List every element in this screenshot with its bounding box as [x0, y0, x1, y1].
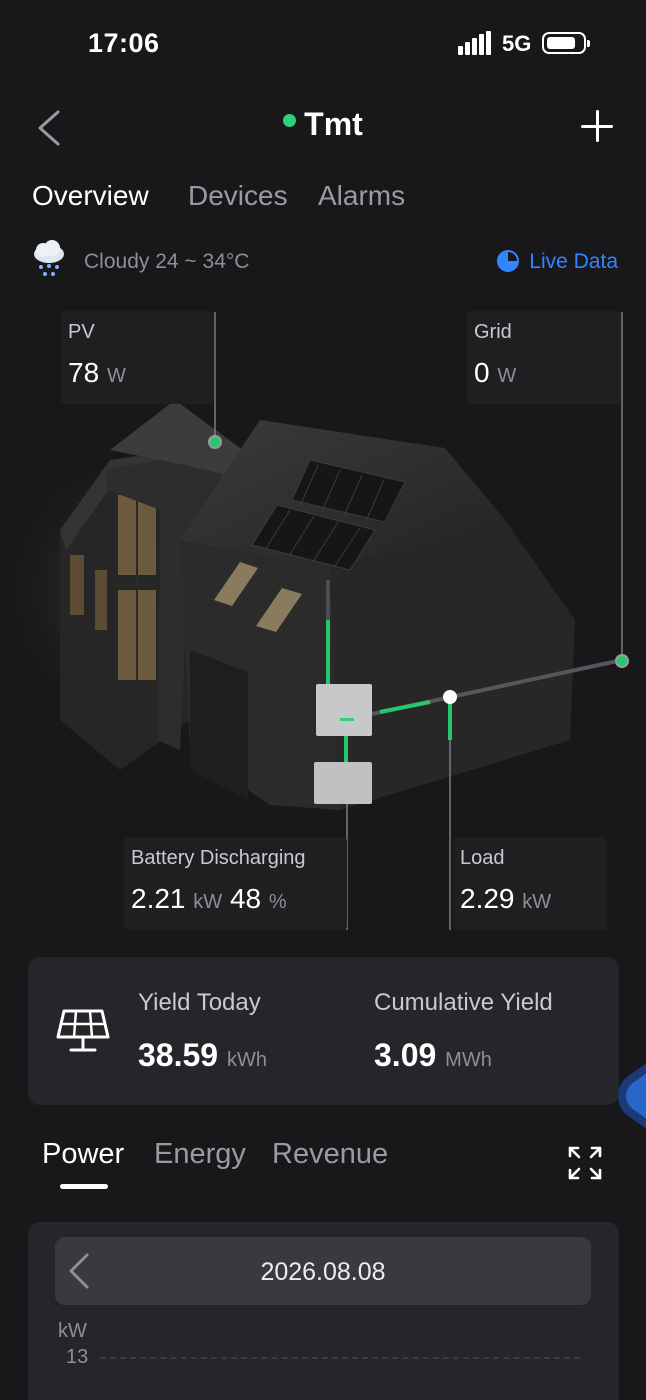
yield-today-value: 38.59 — [138, 1037, 219, 1073]
fullscreen-expand-icon[interactable] — [568, 1146, 602, 1180]
chart-unit-label: kW — [58, 1320, 87, 1342]
load-value: 2.29 — [460, 883, 515, 914]
network-label: 5G — [502, 31, 532, 56]
tab-overview[interactable]: Overview — [32, 180, 149, 212]
cumulative-yield-value: 3.09 — [374, 1037, 437, 1073]
cumulative-yield-row: 3.09 MWh — [374, 1037, 492, 1074]
grid-card[interactable]: Grid 0 W — [467, 311, 621, 404]
add-icon[interactable] — [578, 108, 618, 148]
pv-label: PV — [68, 321, 95, 343]
tab-energy[interactable]: Energy — [154, 1138, 246, 1171]
chart-tabs: Power Energy Revenue — [42, 1138, 632, 1198]
yield-today-label: Yield Today — [138, 989, 261, 1016]
power-chart-card: 2026.08.08 kW 13 — [28, 1222, 619, 1400]
signal-icon — [458, 31, 492, 55]
pv-value: 78 — [68, 357, 100, 388]
y-tick-label: 13 — [66, 1346, 89, 1368]
plant-name: Tmt — [304, 106, 363, 142]
tab-power[interactable]: Power — [42, 1138, 124, 1171]
battery-value-row: 2.21 kW 48 % — [131, 883, 287, 915]
yield-today-row: 38.59 kWh — [138, 1037, 267, 1074]
battery-label: Battery Discharging — [131, 847, 306, 869]
cumulative-yield-label: Cumulative Yield — [374, 989, 553, 1016]
weather-condition: Cloudy — [84, 250, 150, 273]
status-bar: 17:06 5G — [0, 0, 646, 88]
plant-title: Tmt — [0, 106, 646, 143]
yield-card: Yield Today 38.59 kWh Cumulative Yield 3… — [28, 957, 619, 1105]
pv-card[interactable]: PV 78 W — [61, 311, 214, 404]
battery-card[interactable]: Battery Discharging 2.21 kW 48 % — [124, 837, 347, 930]
battery-power-unit: kW — [193, 891, 223, 913]
battery-soc: 48 — [229, 883, 262, 914]
yield-today-unit: kWh — [226, 1049, 267, 1071]
nav-bar: Tmt — [0, 96, 646, 160]
battery-soc-unit: % — [268, 891, 287, 913]
weather-text: Cloudy 24 ~ 34°C — [84, 250, 249, 274]
solar-panel-icon — [56, 1009, 110, 1052]
date-selector[interactable]: 2026.08.08 — [55, 1237, 591, 1305]
grid-label: Grid — [474, 321, 512, 343]
energy-flow-scene: PV 78 W Grid 0 W Battery Discharging 2.2… — [0, 300, 646, 940]
tab-revenue[interactable]: Revenue — [272, 1138, 388, 1171]
live-data-link[interactable]: Live Data — [529, 250, 618, 274]
status-time: 17:06 — [88, 28, 160, 58]
battery-icon — [542, 32, 590, 54]
load-card[interactable]: Load 2.29 kW — [453, 837, 607, 930]
floating-assistant-icon[interactable] — [614, 1050, 646, 1140]
battery-power: 2.21 — [131, 883, 186, 914]
grid-unit: W — [497, 365, 517, 387]
cloud-rain-icon — [34, 240, 64, 276]
live-data-icon[interactable] — [496, 249, 520, 273]
cumulative-yield-unit: MWh — [445, 1049, 492, 1071]
weather-row: Cloudy 24 ~ 34°C Live Data — [32, 240, 622, 280]
load-value-row: 2.29 kW — [460, 883, 551, 915]
load-label: Load — [460, 847, 505, 869]
load-unit: kW — [522, 891, 552, 913]
chart-gridline — [100, 1357, 580, 1359]
grid-value-row: 0 W — [474, 357, 516, 389]
pv-value-row: 78 W — [68, 357, 126, 389]
online-status-dot — [283, 114, 297, 127]
active-tab-indicator — [60, 1184, 108, 1189]
selected-date: 2026.08.08 — [260, 1258, 386, 1286]
tab-alarms[interactable]: Alarms — [318, 180, 405, 212]
weather-range: 24 ~ 34°C — [155, 250, 250, 273]
grid-value: 0 — [474, 357, 490, 388]
pv-unit: W — [106, 365, 126, 387]
tab-devices[interactable]: Devices — [188, 180, 288, 212]
